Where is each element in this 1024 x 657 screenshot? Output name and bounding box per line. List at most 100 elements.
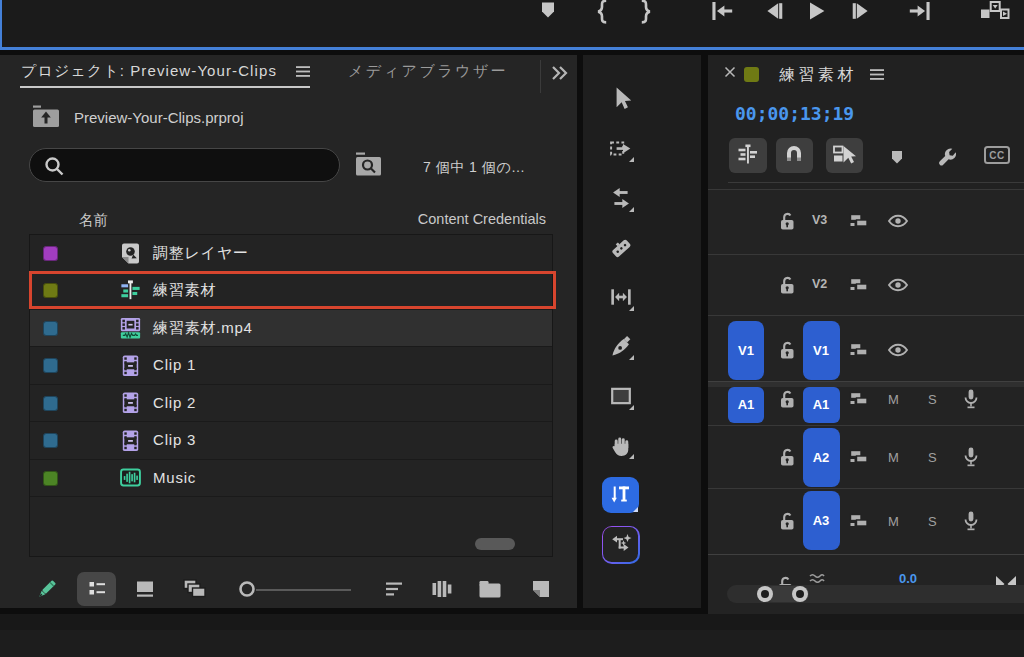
project-item-row[interactable]: 調整レイヤー	[30, 235, 552, 273]
sync-lock-icon[interactable]	[847, 387, 871, 411]
play-button[interactable]	[799, 0, 833, 27]
zoom-slider-button[interactable]	[233, 576, 261, 602]
mute-button[interactable]: M	[888, 392, 899, 407]
sync-lock-icon[interactable]	[847, 445, 871, 469]
search-input[interactable]	[29, 148, 340, 182]
lock-icon[interactable]	[774, 574, 796, 585]
mark-in-button[interactable]	[585, 0, 619, 27]
new-item-button[interactable]	[527, 576, 555, 602]
ripple-edit-tool-button[interactable]	[606, 184, 635, 213]
voiceover-record-icon[interactable]	[960, 387, 982, 411]
track-select-forward-tool-button[interactable]	[606, 134, 635, 163]
timeline-horizontal-scrollbar[interactable]	[727, 585, 1024, 603]
list-view-button[interactable]	[77, 572, 116, 606]
mark-out-button[interactable]	[629, 0, 663, 27]
track-output-eye-icon[interactable]	[886, 273, 910, 297]
source-patch-a1[interactable]: A1	[728, 387, 764, 423]
project-item-row[interactable]: 練習素材	[30, 272, 552, 310]
panel-menu-icon[interactable]	[295, 65, 311, 78]
step-forward-button[interactable]	[844, 0, 878, 27]
column-header-credentials[interactable]: Content Credentials	[418, 211, 546, 227]
project-item-row[interactable]: Clip 2	[30, 385, 552, 423]
playhead-timecode[interactable]: 00;00;13;19	[735, 103, 854, 124]
label-color-chip[interactable]	[43, 283, 58, 298]
go-to-in-point-button[interactable]	[705, 0, 739, 27]
generative-extend-tool-button[interactable]	[602, 526, 640, 564]
project-item-row[interactable]: Music	[30, 460, 552, 498]
sync-lock-icon[interactable]	[847, 509, 871, 533]
zoom-handle-right[interactable]	[792, 586, 808, 602]
timeline-tab-title[interactable]: 練習素材	[779, 65, 857, 86]
source-patch-v1[interactable]: V1	[728, 321, 764, 380]
label-color-chip[interactable]	[43, 321, 58, 336]
close-panel-icon[interactable]	[724, 66, 736, 78]
razor-tool-button[interactable]	[606, 233, 635, 262]
fit-icon[interactable]	[994, 574, 1018, 585]
project-item-row[interactable]: Clip 3	[30, 422, 552, 460]
horizontal-scrollbar-thumb[interactable]	[475, 538, 515, 550]
label-color-chip[interactable]	[43, 358, 58, 373]
zoom-handle-left[interactable]	[757, 586, 773, 602]
slip-tool-button[interactable]	[606, 283, 635, 312]
project-writable-button[interactable]	[32, 577, 60, 603]
master-gain-value[interactable]: 0.0	[899, 571, 917, 585]
track-target-a3[interactable]: A3	[803, 491, 840, 550]
voiceover-record-icon[interactable]	[960, 509, 982, 533]
solo-button[interactable]: S	[928, 514, 937, 529]
add-marker-button[interactable]	[531, 0, 565, 27]
lock-icon[interactable]	[776, 510, 798, 532]
track-output-eye-icon[interactable]	[886, 209, 910, 233]
lock-icon[interactable]	[776, 339, 798, 361]
sync-lock-icon[interactable]	[847, 273, 871, 297]
navigate-up-icon[interactable]	[31, 105, 61, 128]
track-label[interactable]: V2	[812, 277, 827, 291]
timeline-display-settings-button[interactable]	[934, 145, 960, 171]
nest-sequences-button[interactable]	[729, 138, 767, 174]
mute-button[interactable]: M	[888, 450, 899, 465]
project-file-name[interactable]: Preview-Your-Clips.prproj	[74, 109, 244, 126]
lock-icon[interactable]	[776, 446, 798, 468]
track-output-eye-icon[interactable]	[886, 338, 910, 362]
solo-button[interactable]: S	[928, 450, 937, 465]
export-frame-button[interactable]	[978, 0, 1012, 27]
lock-icon[interactable]	[776, 210, 798, 232]
vertical-type-tool-button[interactable]	[602, 477, 639, 513]
project-item-row[interactable]: 練習素材.mp4	[30, 310, 552, 348]
panel-menu-icon[interactable]	[869, 68, 885, 81]
automate-to-sequence-button[interactable]	[428, 576, 456, 602]
label-color-chip[interactable]	[43, 433, 58, 448]
voiceover-record-icon[interactable]	[960, 445, 982, 469]
tab-media-browser[interactable]: メディアブラウザー	[348, 62, 508, 81]
sort-icons-button[interactable]	[380, 576, 408, 602]
new-bin-button[interactable]	[476, 576, 504, 602]
step-back-button[interactable]	[757, 0, 791, 27]
freeform-view-button[interactable]	[181, 576, 209, 602]
search-bin-icon[interactable]	[354, 152, 383, 176]
captions-icon[interactable]: CC	[984, 146, 1010, 164]
go-to-out-point-button[interactable]	[903, 0, 937, 27]
add-marker-button[interactable]	[884, 145, 910, 171]
zoom-slider-track[interactable]	[256, 589, 351, 591]
lock-icon[interactable]	[776, 388, 798, 410]
hand-tool-button[interactable]	[606, 431, 635, 460]
label-color-chip[interactable]	[43, 246, 58, 261]
sync-lock-icon[interactable]	[847, 338, 871, 362]
label-color-chip[interactable]	[43, 396, 58, 411]
rectangle-tool-button[interactable]	[606, 382, 635, 411]
track-label[interactable]: V3	[812, 213, 827, 227]
selection-tool-button[interactable]	[606, 85, 635, 114]
icon-view-button[interactable]	[131, 576, 159, 602]
snap-button[interactable]	[776, 138, 814, 174]
sync-lock-icon[interactable]	[847, 209, 871, 233]
track-target-a1[interactable]: A1	[803, 387, 840, 423]
linked-selection-button[interactable]	[826, 138, 864, 174]
project-item-row[interactable]: Clip 1	[30, 347, 552, 385]
solo-button[interactable]: S	[928, 392, 937, 407]
column-header-name[interactable]: 名前	[79, 211, 108, 230]
lock-icon[interactable]	[776, 274, 798, 296]
track-target-v1[interactable]: V1	[803, 321, 840, 380]
pen-tool-button[interactable]	[606, 332, 635, 361]
tab-project[interactable]: プロジェクト: Preview-Your-Clips	[21, 62, 277, 81]
track-target-a2[interactable]: A2	[803, 428, 840, 487]
more-tabs-chevron[interactable]	[549, 65, 571, 81]
